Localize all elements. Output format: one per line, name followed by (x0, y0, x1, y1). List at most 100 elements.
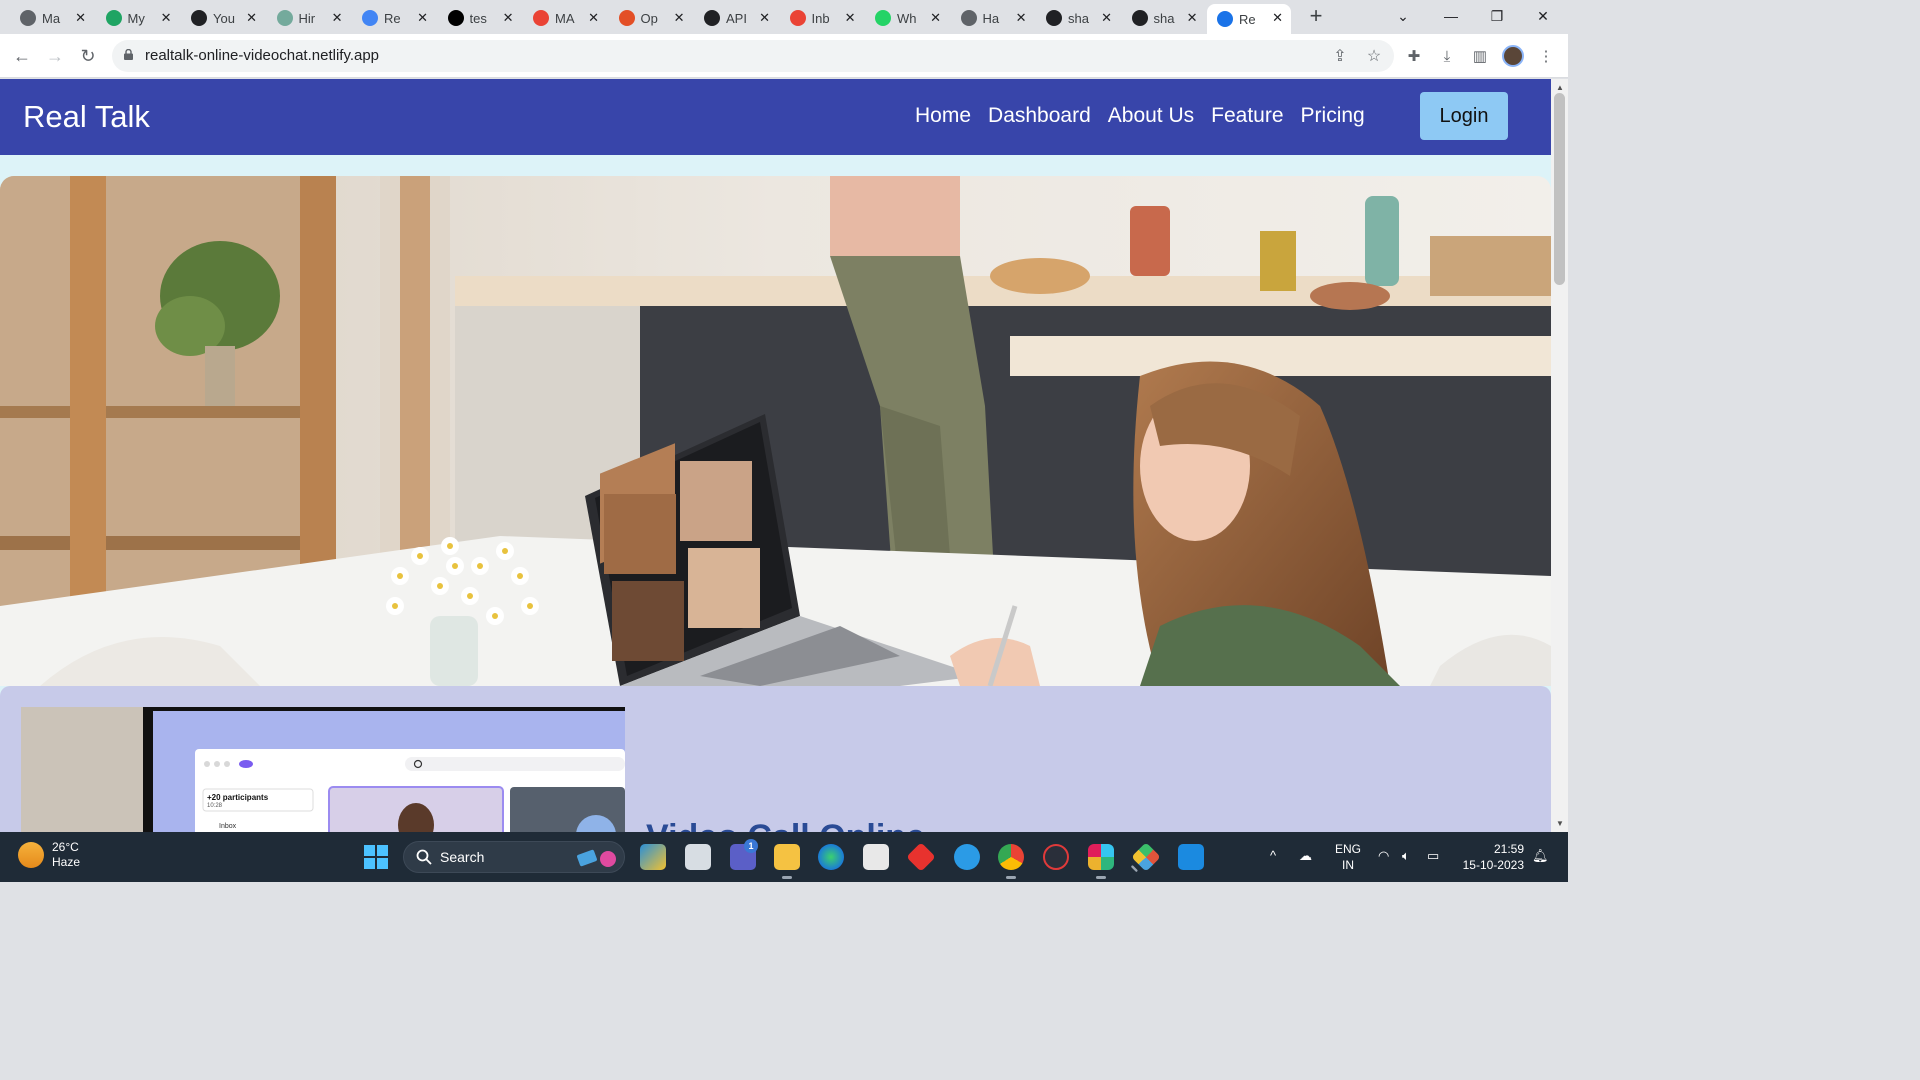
battery-icon[interactable]: ▭ (1427, 848, 1439, 864)
weather-haze-icon (18, 842, 44, 868)
antivirus-icon[interactable] (1043, 844, 1069, 870)
close-tab-icon[interactable]: ✕ (845, 10, 856, 26)
browser-tab[interactable]: Ha ✕ (951, 4, 1035, 32)
url-text: realtalk-online-videochat.netlify.app (145, 47, 380, 64)
region-code: IN (1342, 858, 1354, 872)
input-language[interactable]: ENG IN (1334, 841, 1362, 873)
browser-tab[interactable]: Inb ✕ (780, 4, 864, 32)
wifi-icon[interactable]: ◠ (1378, 848, 1389, 864)
section-title: Video Call Online (646, 818, 925, 832)
taskbar-search-label: Search (440, 849, 485, 865)
browser-tab[interactable]: API ✕ (694, 4, 778, 32)
windows-start-icon[interactable] (364, 845, 388, 869)
site-brand[interactable]: Real Talk (23, 99, 150, 135)
language-code: ENG (1334, 842, 1361, 856)
browser-tab[interactable]: Op ✕ (609, 4, 693, 32)
close-tab-icon[interactable]: ✕ (1101, 10, 1112, 26)
browser-tab[interactable]: sha ✕ (1036, 4, 1120, 32)
scroll-thumb[interactable] (1554, 93, 1565, 285)
file-explorer-icon[interactable] (774, 844, 800, 879)
browser-tab[interactable]: Hir ✕ (267, 4, 351, 32)
slack-icon[interactable] (1088, 844, 1114, 879)
chatgpt-icon (276, 10, 293, 26)
close-tab-icon[interactable]: ✕ (161, 10, 172, 26)
close-tab-icon[interactable]: ✕ (417, 10, 428, 26)
browser-tab[interactable]: Ma ✕ (10, 4, 94, 32)
taskbar-search[interactable]: Search (403, 841, 625, 873)
system-clock[interactable]: 21:59 15-10-2023 (1458, 841, 1524, 873)
vercel-icon (447, 10, 464, 26)
chrome-icon[interactable] (998, 844, 1024, 879)
search-icon (416, 849, 432, 865)
site-header: Real Talk Home Dashboard About Us Featur… (0, 79, 1551, 155)
side-panel-icon[interactable]: ▥ (1469, 46, 1491, 68)
browser-tab[interactable]: MA ✕ (523, 4, 607, 32)
git-kraken-icon[interactable] (1131, 842, 1161, 872)
microsoft-365-icon[interactable] (640, 844, 666, 870)
browser-tab[interactable]: Re ✕ (352, 4, 436, 32)
new-tab-button[interactable]: + (1302, 5, 1330, 29)
forward-icon[interactable]: → (43, 44, 67, 68)
weather-widget[interactable]: 26°C Haze (18, 840, 80, 870)
mock-participants-label: +20 participants (207, 793, 269, 802)
close-tab-icon[interactable]: ✕ (332, 10, 343, 26)
browser-tab[interactable]: tes ✕ (438, 4, 522, 32)
vscode-icon[interactable] (1178, 844, 1204, 870)
nav-about-us[interactable]: About Us (1108, 104, 1194, 128)
bookmark-star-icon[interactable]: ☆ (1364, 47, 1384, 67)
scroll-down-icon[interactable]: ▼ (1556, 819, 1564, 828)
extensions-icon[interactable]: ✚ (1403, 46, 1425, 68)
nav-home[interactable]: Home (915, 104, 971, 128)
edge-browser-icon[interactable] (818, 844, 844, 870)
close-window-button[interactable]: ✕ (1520, 4, 1566, 28)
browser-tab[interactable]: Wh ✕ (865, 4, 949, 32)
profile-avatar[interactable] (1502, 45, 1524, 67)
microsoft-store-icon[interactable] (863, 844, 889, 870)
close-tab-icon[interactable]: ✕ (1016, 10, 1027, 26)
browser-tab[interactable]: sha ✕ (1122, 4, 1206, 32)
nav-pricing[interactable]: Pricing (1301, 104, 1365, 128)
volume-icon[interactable]: 🔈︎ (1402, 848, 1410, 864)
notification-bell-icon[interactable]: 🔔︎ (1532, 848, 1549, 864)
page-scrollbar[interactable]: ▲ ▼ (1551, 79, 1568, 832)
restore-button[interactable]: ❐ (1474, 4, 1520, 28)
drive-icon (105, 10, 122, 26)
browser-tab[interactable]: My ✕ (96, 4, 180, 32)
browser-tab[interactable]: Re ✕ (1207, 4, 1291, 34)
address-bar[interactable]: realtalk-online-videochat.netlify.app ⇪ … (112, 40, 1394, 72)
browser-tab[interactable]: You ✕ (181, 4, 265, 32)
close-tab-icon[interactable]: ✕ (246, 10, 257, 26)
teams-chat-icon[interactable]: 1 (730, 839, 758, 870)
share-icon[interactable]: ⇪ (1330, 47, 1350, 67)
reload-icon[interactable]: ↻ (76, 44, 100, 68)
download-icon[interactable]: ⤓ (1436, 46, 1458, 68)
close-tab-icon[interactable]: ✕ (1187, 10, 1198, 26)
close-tab-icon[interactable]: ✕ (930, 10, 941, 26)
mock-inbox-label: Inbox (219, 823, 237, 830)
onedrive-icon[interactable]: ☁ (1299, 848, 1312, 864)
close-tab-icon[interactable]: ✕ (588, 10, 599, 26)
notification-badge: 1 (744, 839, 758, 853)
scroll-up-icon[interactable]: ▲ (1556, 83, 1564, 92)
browser-app-icon[interactable] (954, 844, 980, 870)
tab-strip: Ma ✕ My ✕ You ✕ Hir ✕ Re ✕ tes ✕ MA ✕ Op ✕ API ✕ Inb ✕ Wh ✕ Ha… (0, 0, 1568, 34)
task-view-icon[interactable] (685, 844, 711, 870)
close-tab-icon[interactable]: ✕ (75, 10, 86, 26)
anydesk-icon[interactable] (906, 842, 936, 872)
back-icon[interactable]: ← (10, 44, 34, 68)
close-tab-icon[interactable]: ✕ (1272, 10, 1283, 26)
nav-dashboard[interactable]: Dashboard (988, 104, 1091, 128)
minimize-button[interactable]: — (1428, 4, 1474, 28)
menu-kebab-icon[interactable]: ⋮ (1535, 46, 1557, 68)
show-hidden-icons-chevron[interactable]: ^ (1270, 848, 1276, 863)
main-nav: Home Dashboard About Us Feature Pricing (915, 104, 1365, 128)
nav-feature[interactable]: Feature (1211, 104, 1283, 128)
close-tab-icon[interactable]: ✕ (759, 10, 770, 26)
close-tab-icon[interactable]: ✕ (503, 10, 514, 26)
whatsapp-icon (875, 10, 891, 26)
close-tab-icon[interactable]: ✕ (674, 10, 685, 26)
windows-taskbar: 26°C Haze Search 1 ^ ☁ ENG IN ◠ 🔈︎ ▭ 21:… (0, 832, 1568, 882)
login-button[interactable]: Login (1420, 92, 1508, 140)
tab-search-icon[interactable]: ⌄ (1380, 4, 1426, 28)
globe-icon (960, 10, 977, 26)
